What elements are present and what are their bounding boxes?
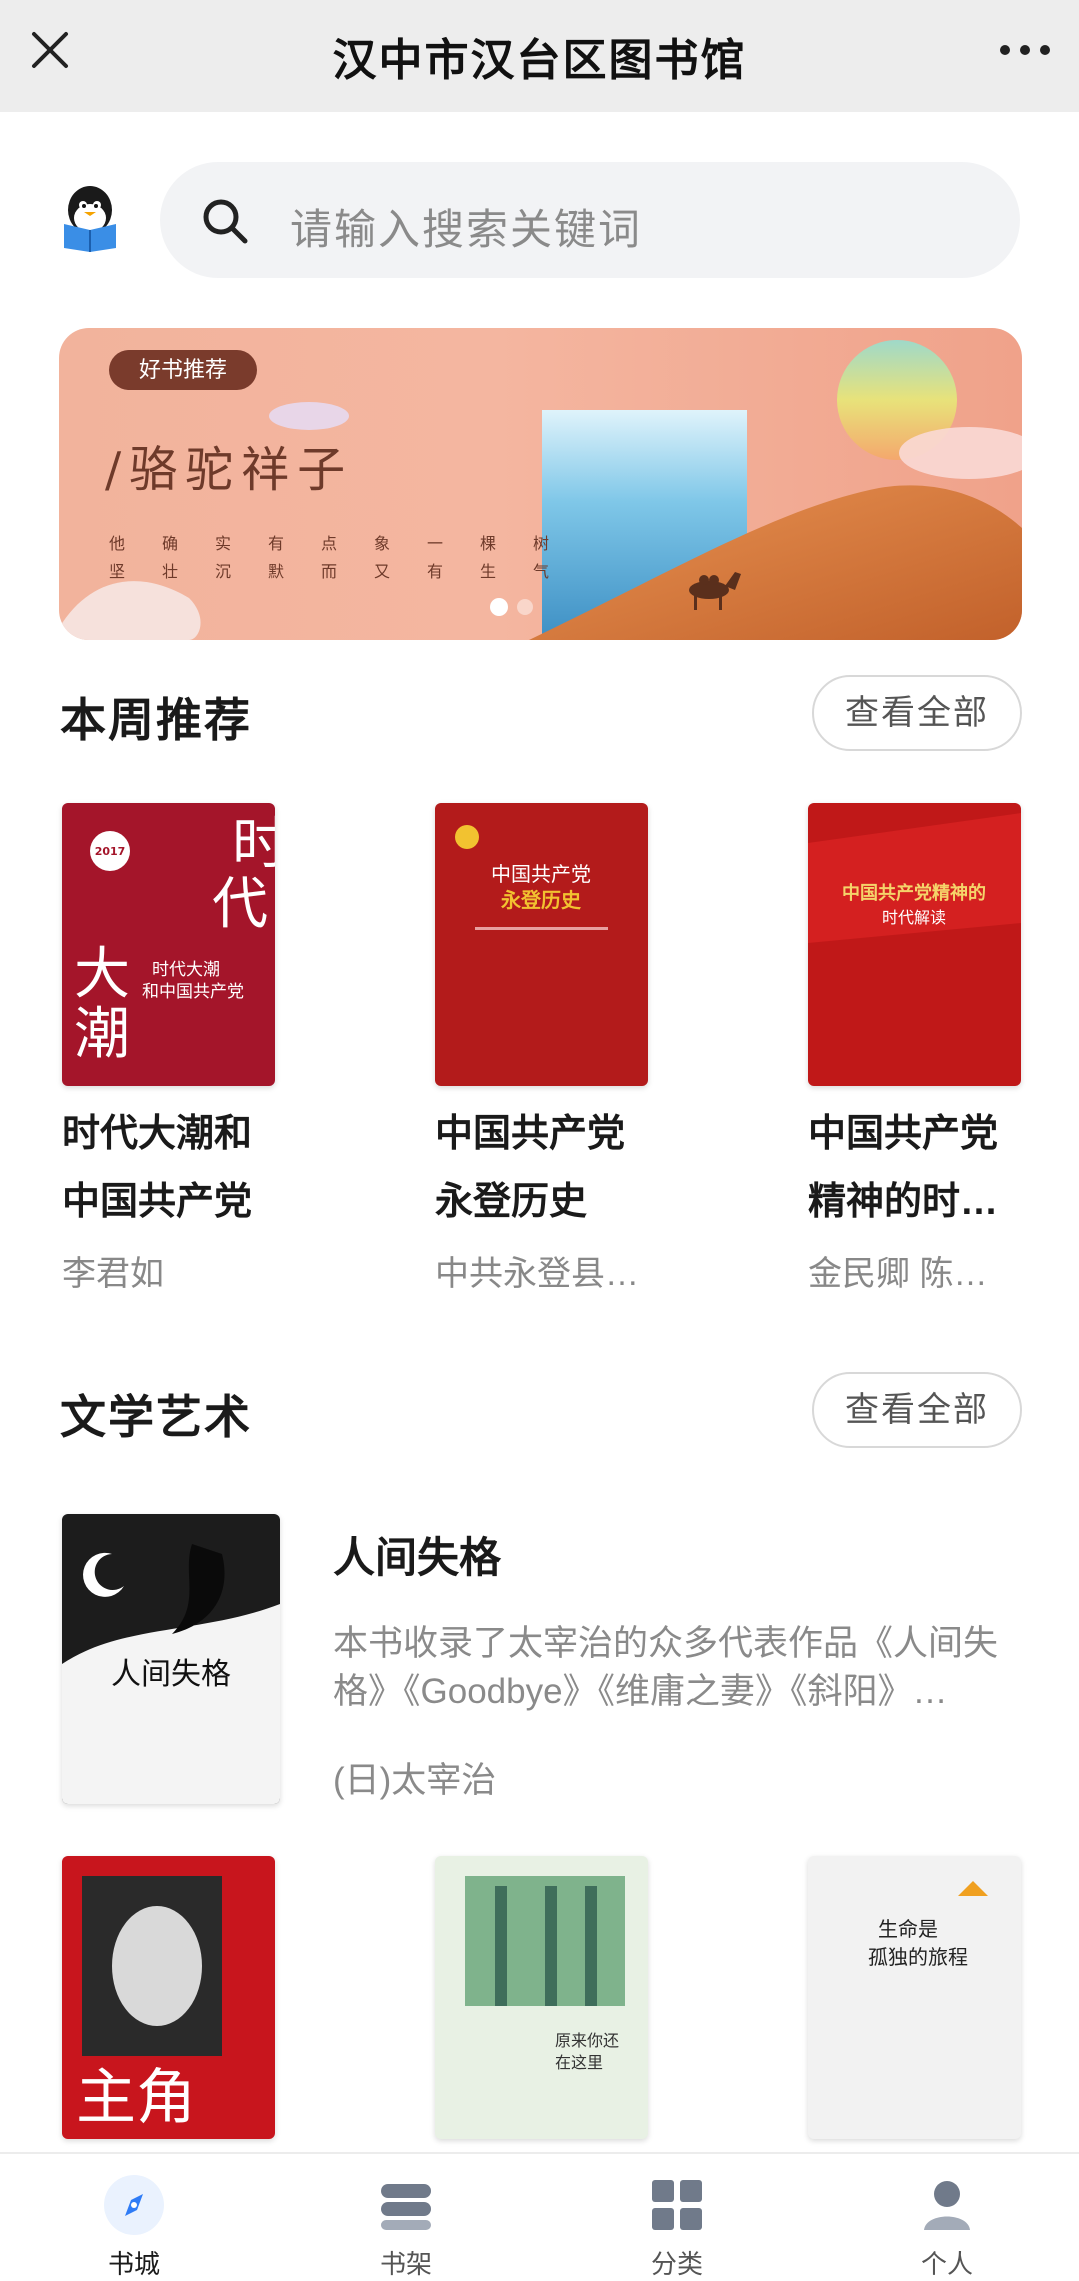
banner-quote-line1: 他确实有点象一棵树 [109, 536, 587, 553]
search-icon [203, 199, 248, 244]
svg-text:和中国共产党: 和中国共产党 [142, 982, 244, 1002]
featured-book-description: 本书收录了太宰治的众多代表作品《人间失格》《Goodbye》《维庸之妻》《斜阳》… [333, 1624, 999, 1711]
bookshelf-icon [381, 2184, 431, 2230]
svg-text:时代大潮: 时代大潮 [152, 960, 220, 980]
book-title-2[interactable]: 中国共产党永登历史 [435, 1100, 655, 1236]
top-bar: 汉中市汉台区图书馆 [0, 0, 1079, 112]
svg-text:人间失格: 人间失格 [111, 1657, 231, 1692]
nav-label-category: 分类 [650, 2249, 703, 2279]
svg-text:原来你还: 原来你还 [555, 2031, 619, 2050]
book-cover-yuanlai[interactable]: 原来你还 在这里 [435, 1856, 648, 2139]
nav-label-bookstore: 书城 [107, 2249, 160, 2279]
section-title-literature: 文学艺术 [60, 1391, 252, 1443]
nav-label-profile: 个人 [920, 2249, 973, 2279]
search-placeholder: 请输入搜索关键词 [290, 206, 643, 253]
book-author-1: 李君如 [62, 1255, 164, 1293]
book-cover-shengming[interactable]: 生命是 孤独的旅程 [808, 1856, 1021, 2139]
svg-text:永登历史: 永登历史 [500, 888, 582, 912]
book-cover-3[interactable]: 中国共产党精神的 时代解读 [808, 803, 1021, 1086]
svg-text:在这里: 在这里 [555, 2053, 603, 2072]
banner-tag: 好书推荐 [109, 350, 258, 390]
featured-book-author: (日)太宰治 [333, 1761, 497, 1800]
book-cover-zhujue[interactable]: 主角 [62, 1856, 275, 2139]
svg-text:2017: 2017 [95, 845, 126, 858]
svg-text:孤独的旅程: 孤独的旅程 [868, 1945, 968, 1969]
book-cover-3-art: 中国共产党精神的 时代解读 [808, 813, 1021, 943]
svg-text:大: 大 [74, 942, 130, 1007]
svg-text:中国共产党: 中国共产党 [491, 862, 591, 886]
view-all-weekly-button[interactable]: 查看全部 [812, 675, 1022, 751]
nav-label-bookshelf: 书架 [379, 2249, 432, 2279]
featured-book-title[interactable]: 人间失格 [333, 1524, 501, 1585]
book-cover-shengming-art: 生命是 孤独的旅程 [868, 1881, 988, 1969]
svg-text:代: 代 [212, 872, 268, 937]
nav-item-bookshelf[interactable]: 书架 [346, 2172, 466, 2281]
compass-icon [104, 2175, 164, 2235]
more-dots-icon[interactable] [997, 36, 1053, 64]
svg-text:中国共产党精神的: 中国共产党精神的 [842, 882, 986, 904]
svg-text:主角: 主角 [76, 2063, 196, 2133]
book-cover-1[interactable]: 2017 时 代 大 潮 时代大潮 和中国共产党 [62, 803, 275, 1086]
banner-book-title: /骆驼祥子 [105, 442, 354, 498]
app-logo-icon[interactable] [60, 184, 120, 252]
search-input[interactable]: 请输入搜索关键词 [160, 162, 1020, 278]
banner-quote-line2: 坚壮沉默而又有生气 [109, 564, 587, 581]
book-title-3[interactable]: 中国共产党精神的时… [808, 1100, 1028, 1236]
nav-item-category[interactable]: 分类 [617, 2172, 737, 2281]
svg-text:时代解读: 时代解读 [882, 908, 946, 927]
book-author-3: 金民卿 陈… [808, 1255, 988, 1293]
book-cover-zhujue-art: 主角 [76, 1876, 222, 2133]
grid-icon [652, 2180, 702, 2230]
view-all-literature-button[interactable]: 查看全部 [812, 1372, 1022, 1448]
book-title-1[interactable]: 时代大潮和中国共产党 [62, 1100, 282, 1236]
book-cover-yuanlai-art: 原来你还 在这里 [465, 1876, 625, 2072]
book-cover-2-art: 中国共产党 永登历史 [455, 825, 608, 930]
person-icon [924, 2181, 970, 2230]
book-cover-1-art: 2017 时 代 大 潮 时代大潮 和中国共产党 [74, 812, 275, 1067]
book-author-2: 中共永登县… [435, 1255, 639, 1293]
svg-text:生命是: 生命是 [878, 1917, 938, 1941]
svg-text:时: 时 [232, 812, 275, 877]
section-title-weekly: 本周推荐 [60, 694, 252, 746]
featured-book-cover[interactable]: 人间失格 [62, 1514, 280, 1804]
book-cover-2[interactable]: 中国共产党 永登历史 [435, 803, 648, 1086]
featured-banner[interactable]: 好书推荐 /骆驼祥子 他确实有点象一棵树 坚壮沉默而又有生气 [59, 328, 1022, 640]
featured-book-cover-art: 人间失格 [62, 1514, 280, 1804]
bottom-navigation: 书城 书架 分类 个人 [0, 2152, 1079, 2281]
svg-text:潮: 潮 [74, 1002, 130, 1067]
nav-item-profile[interactable]: 个人 [887, 2172, 1007, 2281]
nav-item-bookstore[interactable]: 书城 [74, 2172, 194, 2281]
page-title: 汉中市汉台区图书馆 [332, 36, 747, 85]
carousel-dots[interactable] [489, 592, 549, 622]
